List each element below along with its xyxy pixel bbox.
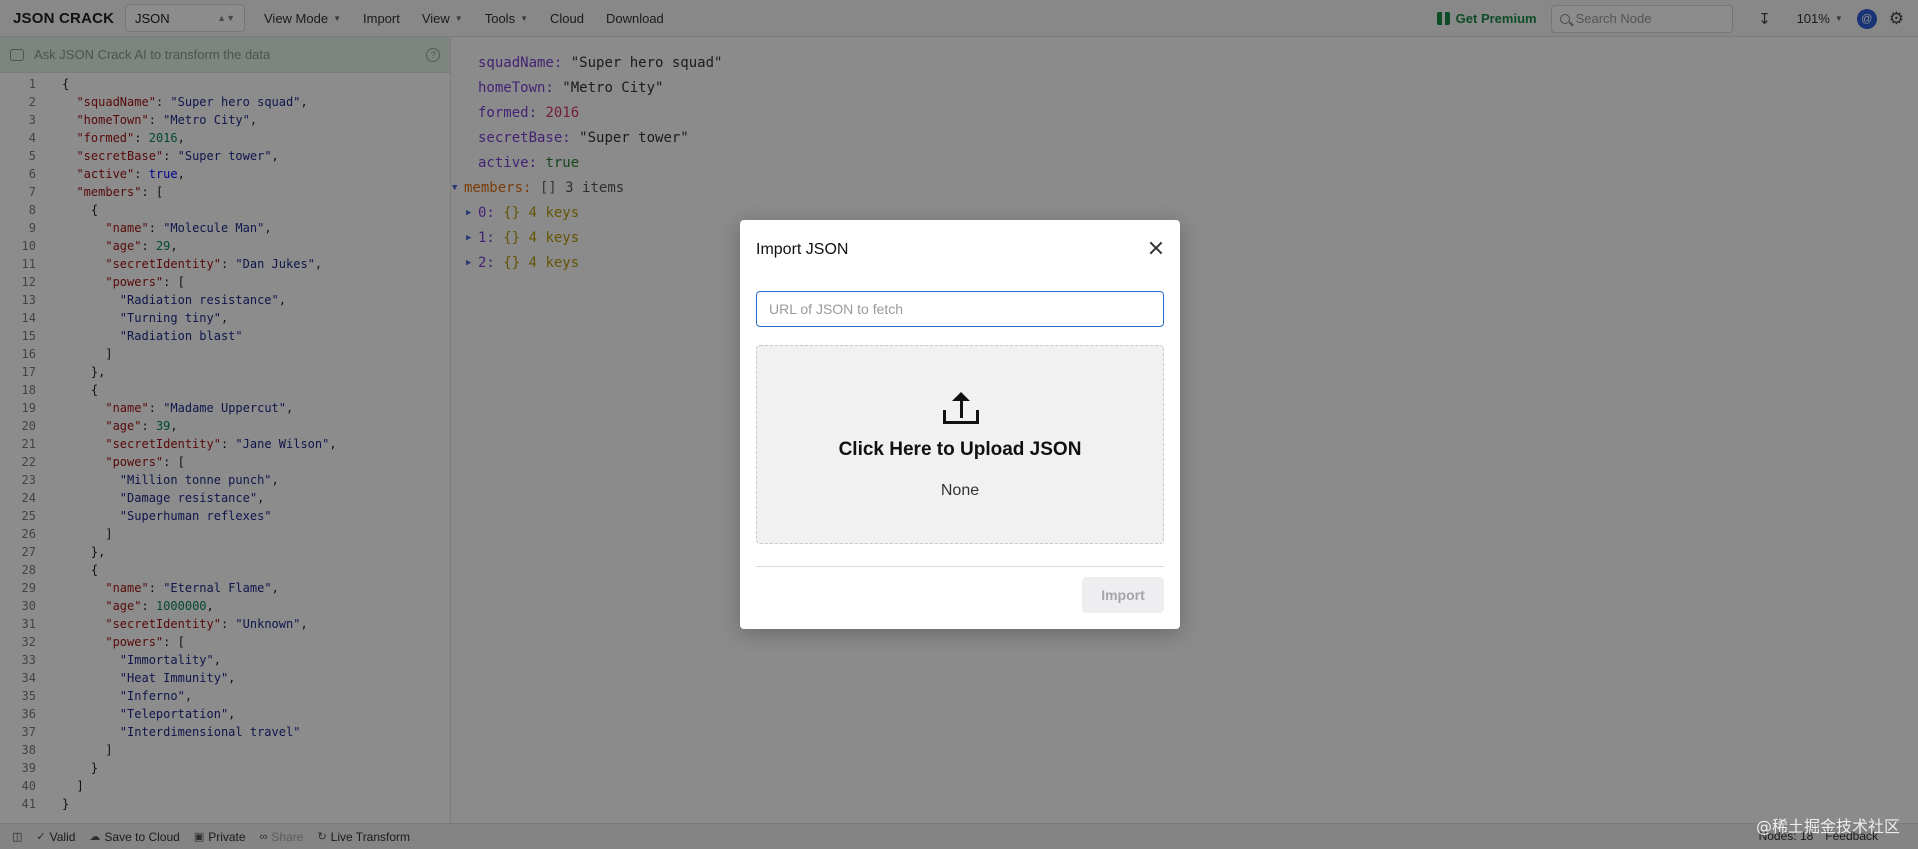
selected-file-name: None (940, 482, 980, 499)
url-input[interactable] (756, 291, 1164, 327)
upload-title: Click Here to Upload JSON (838, 439, 1082, 460)
watermark: @稀土掘金技术社区 (1755, 817, 1900, 836)
upload-dropzone[interactable]: Click Here to Upload JSON None (756, 345, 1164, 544)
import-button[interactable]: Import (1082, 577, 1164, 613)
modal-title: Import JSON (756, 241, 849, 258)
close-icon[interactable] (1148, 240, 1164, 256)
import-json-modal: Import JSON Click Here to Upload JSON No… (740, 220, 1180, 629)
divider (756, 566, 1164, 567)
upload-icon (943, 392, 979, 426)
